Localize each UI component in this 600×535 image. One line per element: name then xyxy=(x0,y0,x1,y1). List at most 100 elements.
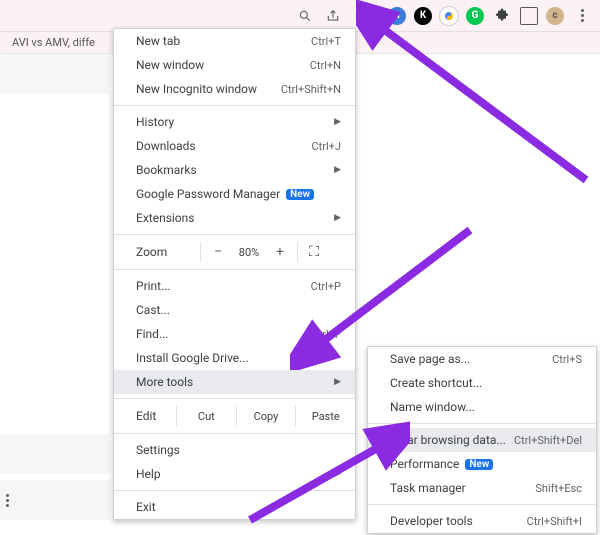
extensions-puzzle-icon[interactable] xyxy=(492,6,512,26)
menu-cast[interactable]: Cast... xyxy=(114,298,355,322)
zoom-label: Zoom xyxy=(136,245,196,259)
extension-k-icon[interactable]: K xyxy=(414,7,432,25)
menu-history[interactable]: History ▶ xyxy=(114,110,355,134)
menu-label: New Incognito window xyxy=(136,82,257,96)
menu-separator xyxy=(368,504,596,505)
menu-label: Help xyxy=(136,467,161,481)
menu-shortcut: Ctrl+Shift+I xyxy=(527,515,582,528)
menu-label-group: Performance New xyxy=(390,457,493,471)
separator xyxy=(200,242,201,262)
menu-new-window[interactable]: New window Ctrl+N xyxy=(114,53,355,77)
paste-button[interactable]: Paste xyxy=(296,410,355,423)
submenu-save-page[interactable]: Save page as... Ctrl+S xyxy=(368,347,596,371)
menu-label: Clear browsing data... xyxy=(390,433,506,447)
menu-zoom-row: Zoom − 80% + ⛶ xyxy=(114,239,355,265)
chrome-main-menu: New tab Ctrl+T New window Ctrl+N New Inc… xyxy=(113,28,356,520)
tab-title[interactable]: AVI vs AMV, diffe xyxy=(12,36,95,49)
menu-separator xyxy=(114,398,355,399)
menu-new-incognito[interactable]: New Incognito window Ctrl+Shift+N xyxy=(114,77,355,101)
menu-more-tools[interactable]: More tools ▶ xyxy=(114,370,355,394)
share-icon[interactable] xyxy=(323,6,343,26)
side-panel-icon[interactable] xyxy=(520,7,538,25)
extension-a-icon[interactable]: a xyxy=(388,7,406,25)
submenu-task-manager[interactable]: Task manager Shift+Esc xyxy=(368,476,596,500)
extension-g-icon[interactable]: G xyxy=(466,7,484,25)
menu-shortcut: Ctrl+T xyxy=(311,35,341,48)
menu-label: Settings xyxy=(136,443,180,457)
chevron-right-icon: ▶ xyxy=(324,469,341,479)
zoom-in-button[interactable]: + xyxy=(267,244,293,260)
menu-separator xyxy=(114,269,355,270)
menu-shortcut: Ctrl+F xyxy=(312,328,341,341)
menu-label: Print... xyxy=(136,279,171,293)
separator xyxy=(297,242,298,262)
profile-avatar[interactable]: c xyxy=(546,7,564,25)
chevron-right-icon: ▶ xyxy=(324,117,341,127)
menu-separator xyxy=(368,423,596,424)
more-tools-submenu: Save page as... Ctrl+S Create shortcut..… xyxy=(367,346,597,534)
submenu-developer-tools[interactable]: Developer tools Ctrl+Shift+I xyxy=(368,509,596,533)
menu-label: Downloads xyxy=(136,139,196,153)
chevron-right-icon: ▶ xyxy=(324,213,341,223)
magnify-icon[interactable] xyxy=(295,6,315,26)
menu-install-drive[interactable]: Install Google Drive... xyxy=(114,346,355,370)
chevron-right-icon: ▶ xyxy=(324,377,341,387)
menu-settings[interactable]: Settings xyxy=(114,438,355,462)
menu-print[interactable]: Print... Ctrl+P xyxy=(114,274,355,298)
menu-shortcut: Ctrl+Shift+Del xyxy=(514,434,582,447)
menu-label: New tab xyxy=(136,34,180,48)
menu-label: History xyxy=(136,115,174,129)
cut-button[interactable]: Cut xyxy=(177,410,236,423)
menu-label: Name window... xyxy=(390,400,475,414)
menu-separator xyxy=(114,234,355,235)
new-badge: New xyxy=(286,189,314,200)
content-block xyxy=(0,434,110,474)
content-block xyxy=(0,480,110,520)
menu-label: Developer tools xyxy=(390,514,473,528)
submenu-create-shortcut[interactable]: Create shortcut... xyxy=(368,371,596,395)
menu-exit[interactable]: Exit xyxy=(114,495,355,519)
content-block xyxy=(0,54,110,94)
menu-label: Cast... xyxy=(136,303,170,317)
refresh-icon[interactable] xyxy=(351,6,371,26)
menu-label: Performance xyxy=(390,457,459,471)
submenu-performance[interactable]: Performance New xyxy=(368,452,596,476)
chrome-menu-button[interactable] xyxy=(572,6,592,26)
submenu-clear-browsing-data[interactable]: Clear browsing data... Ctrl+Shift+Del xyxy=(368,428,596,452)
menu-separator xyxy=(114,490,355,491)
menu-label: Google Password Manager xyxy=(136,187,280,201)
new-badge: New xyxy=(465,459,493,470)
fullscreen-icon[interactable]: ⛶ xyxy=(302,244,324,260)
menu-extensions[interactable]: Extensions ▶ xyxy=(114,206,355,230)
menu-edit-row: Edit Cut Copy Paste xyxy=(114,403,355,429)
menu-label: Task manager xyxy=(390,481,466,495)
submenu-name-window[interactable]: Name window... xyxy=(368,395,596,419)
zoom-value: 80% xyxy=(231,246,267,259)
menu-help[interactable]: Help ▶ xyxy=(114,462,355,486)
menu-label: New window xyxy=(136,58,204,72)
overflow-menu-button[interactable] xyxy=(6,494,9,507)
menu-new-tab[interactable]: New tab Ctrl+T xyxy=(114,29,355,53)
menu-shortcut: Ctrl+N xyxy=(310,59,341,72)
menu-label: Extensions xyxy=(136,211,194,225)
menu-separator xyxy=(114,105,355,106)
menu-separator xyxy=(114,433,355,434)
menu-downloads[interactable]: Downloads Ctrl+J xyxy=(114,134,355,158)
menu-find[interactable]: Find... Ctrl+F xyxy=(114,322,355,346)
separator xyxy=(379,8,380,24)
menu-shortcut: Ctrl+S xyxy=(552,353,582,366)
menu-shortcut: Shift+Esc xyxy=(535,482,582,495)
menu-bookmarks[interactable]: Bookmarks ▶ xyxy=(114,158,355,182)
chevron-right-icon: ▶ xyxy=(324,165,341,175)
zoom-out-button[interactable]: − xyxy=(205,244,231,260)
menu-label: Create shortcut... xyxy=(390,376,482,390)
menu-shortcut: Ctrl+J xyxy=(312,140,341,153)
menu-label: Bookmarks xyxy=(136,163,197,177)
menu-label-group: Google Password Manager New xyxy=(136,187,314,201)
menu-password-manager[interactable]: Google Password Manager New xyxy=(114,182,355,206)
menu-shortcut: Ctrl+Shift+N xyxy=(281,83,341,96)
menu-label: Install Google Drive... xyxy=(136,351,249,365)
extension-s-icon[interactable] xyxy=(440,7,458,25)
copy-button[interactable]: Copy xyxy=(237,410,296,423)
menu-label: Save page as... xyxy=(390,352,470,366)
